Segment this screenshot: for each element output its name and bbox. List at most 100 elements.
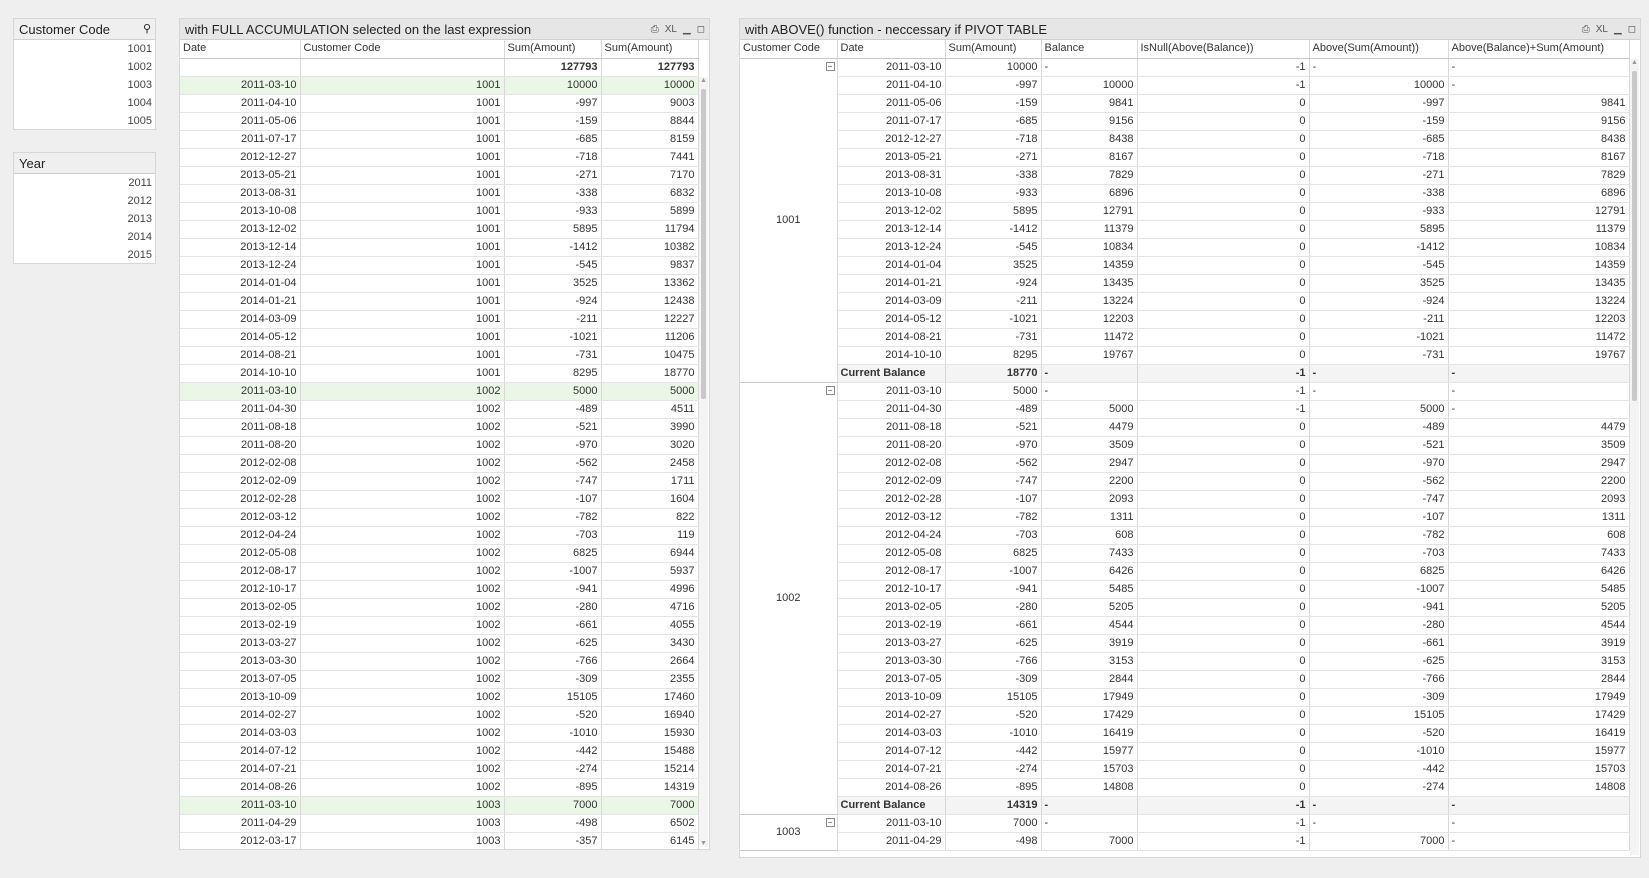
customer-code-item[interactable]: 1001 [14, 40, 155, 58]
left-table-scrollbar[interactable]: ▲ ▼ [699, 77, 708, 847]
customer-code-item[interactable]: 1002 [14, 58, 155, 76]
table-row[interactable]: 2012-03-12 1002 -782 822 [180, 508, 699, 527]
table-row[interactable]: 2014-08-26 -895 14808 0 -274 14808 [740, 778, 1630, 797]
table-row[interactable]: 2012-05-08 1002 6825 6944 [180, 544, 699, 563]
table-row[interactable]: 2011-08-20 -970 3509 0 -521 3509 [740, 436, 1630, 455]
table-row[interactable]: 2012-10-17 1002 -941 4996 [180, 580, 699, 599]
table-row[interactable]: 2011-04-30 -489 5000 -1 5000- [740, 400, 1630, 419]
maximize-icon[interactable]: ◻ [1628, 19, 1636, 39]
above-function-pivot-table[interactable]: with ABOVE() function - neccessary if PI… [739, 18, 1641, 858]
table-row[interactable]: 2013-02-19 1002 -661 4055 [180, 616, 699, 635]
year-item[interactable]: 2011 [14, 174, 155, 192]
year-listbox[interactable]: Year 2011 2012 2013 2014 2015 [13, 152, 156, 264]
table-row[interactable]: 2013-02-05 -280 5205 0 -941 5205 [740, 598, 1630, 617]
year-item[interactable]: 2012 [14, 192, 155, 210]
table-row[interactable]: 2012-02-28 1002 -107 1604 [180, 490, 699, 509]
table-row[interactable]: 2013-02-19 -661 4544 0 -280 4544 [740, 616, 1630, 635]
minimize-icon[interactable]: ▁ [1614, 19, 1622, 39]
column-header[interactable]: Balance [1041, 40, 1138, 59]
scroll-up-icon[interactable]: ▲ [1630, 59, 1639, 66]
table-row[interactable]: 2011-03-10 1002 5000 5000 [180, 382, 699, 401]
table-row[interactable]: 2013-07-05 1002 -309 2355 [180, 670, 699, 689]
column-header[interactable]: IsNull(Above(Balance)) [1137, 40, 1310, 59]
customer-code-caption[interactable]: Customer Code ⚲ [14, 19, 155, 40]
table-row[interactable]: 2014-10-10 8295 19767 0 -731 19767 [740, 346, 1630, 365]
column-header[interactable]: Above(Balance)+Sum(Amount) [1448, 40, 1630, 59]
table-row[interactable]: 2013-05-21 1001 -271 7170 [180, 166, 699, 185]
table-row[interactable]: 2014-07-21 1002 -274 15214 [180, 760, 699, 779]
collapse-icon[interactable]: − [825, 61, 835, 71]
table-row[interactable]: 2014-10-10 1001 8295 18770 [180, 364, 699, 383]
right-table-scrollbar[interactable]: ▲ [1630, 59, 1639, 855]
table-row[interactable]: 2014-01-21 1001 -924 12438 [180, 292, 699, 311]
table-row[interactable]: −1001 2011-03-10 10000- -1- - [740, 58, 1630, 383]
year-caption[interactable]: Year [14, 153, 155, 174]
table-row[interactable]: 2011-03-10 1001 10000 10000 [180, 76, 699, 95]
scroll-thumb[interactable] [701, 89, 706, 399]
table-row[interactable]: 2013-03-27 1002 -625 3430 [180, 634, 699, 653]
table-row[interactable]: 2011-08-18 -521 4479 0 -489 4479 [740, 418, 1630, 437]
table-row[interactable]: 2012-02-09 1002 -747 1711 [180, 472, 699, 491]
table-row[interactable]: 2013-12-24 -545 10834 0 -1412 10834 [740, 238, 1630, 257]
minimize-icon[interactable]: ▁ [683, 19, 691, 39]
table-row[interactable]: 2014-03-03 1002 -1010 15930 [180, 724, 699, 743]
table-row[interactable]: 2014-07-12 1002 -442 15488 [180, 742, 699, 761]
table-row[interactable]: 2012-05-08 6825 7433 0 -703 7433 [740, 544, 1630, 563]
column-header[interactable]: Customer Code [300, 40, 505, 59]
search-icon[interactable]: ⚲ [143, 19, 151, 39]
left-table-caption[interactable]: with FULL ACCUMULATION selected on the l… [180, 19, 709, 40]
table-row[interactable]: 2011-08-18 1002 -521 3990 [180, 418, 699, 437]
full-accumulation-table[interactable]: with FULL ACCUMULATION selected on the l… [179, 18, 710, 850]
table-row[interactable]: 2012-02-08 1002 -562 2458 [180, 454, 699, 473]
table-row[interactable]: −1002 2011-03-10 5000- -1- - [740, 382, 1630, 815]
table-row[interactable]: 2013-07-05 -309 2844 0 -766 2844 [740, 670, 1630, 689]
table-row[interactable]: 2012-02-09 -747 2200 0 -562 2200 [740, 472, 1630, 491]
table-row[interactable]: 2012-08-17 -1007 6426 0 6825 6426 [740, 562, 1630, 581]
table-row[interactable]: 2014-07-12 -442 15977 0 -1010 15977 [740, 742, 1630, 761]
print-icon[interactable]: ⎙ [651, 19, 659, 39]
table-row[interactable]: 2012-04-24 -703 608 0 -782 608 [740, 526, 1630, 545]
scroll-up-icon[interactable]: ▲ [699, 77, 708, 84]
maximize-icon[interactable]: ◻ [697, 19, 705, 39]
table-row[interactable]: 2013-10-09 15105 17949 0 -309 17949 [740, 688, 1630, 707]
table-row[interactable]: 2012-12-27 -718 8438 0 -685 8438 [740, 130, 1630, 149]
table-row[interactable]: 2011-04-10 -997 10000 -1 10000- [740, 76, 1630, 95]
table-row[interactable]: 2011-04-30 1002 -489 4511 [180, 400, 699, 419]
table-row[interactable]: 2012-02-28 -107 2093 0 -747 2093 [740, 490, 1630, 509]
column-header[interactable]: Above(Sum(Amount)) [1309, 40, 1449, 59]
xl-export-icon[interactable]: XL [1596, 19, 1608, 39]
table-row[interactable]: 2013-12-24 1001 -545 9837 [180, 256, 699, 275]
table-row[interactable]: 2013-05-21 -271 8167 0 -718 8167 [740, 148, 1630, 167]
table-row[interactable]: 2011-07-17 1001 -685 8159 [180, 130, 699, 149]
table-row[interactable]: 2014-03-03 -1010 16419 0 -520 16419 [740, 724, 1630, 743]
table-row[interactable]: 2013-02-05 1002 -280 4716 [180, 598, 699, 617]
table-row[interactable]: 2014-07-21 -274 15703 0 -442 15703 [740, 760, 1630, 779]
customer-code-item[interactable]: 1005 [14, 112, 155, 130]
column-header[interactable]: Sum(Amount) [601, 40, 699, 59]
column-header[interactable]: Sum(Amount) [504, 40, 602, 59]
table-row[interactable]: 2014-02-27 -520 17429 0 15105 17429 [740, 706, 1630, 725]
table-row[interactable]: 2013-10-08 1001 -933 5899 [180, 202, 699, 221]
column-header[interactable]: Date [180, 40, 301, 59]
table-row[interactable]: 2013-12-02 5895 12791 0 -933 12791 [740, 202, 1630, 221]
table-row[interactable]: 2012-12-27 1001 -718 7441 [180, 148, 699, 167]
table-row[interactable]: 2013-12-02 1001 5895 11794 [180, 220, 699, 239]
table-row[interactable]: 2012-08-17 1002 -1007 5937 [180, 562, 699, 581]
table-row[interactable]: 2011-05-06 -159 9841 0 -997 9841 [740, 94, 1630, 113]
scroll-down-icon[interactable]: ▼ [699, 840, 708, 847]
collapse-icon[interactable]: − [825, 385, 835, 395]
table-row[interactable]: 2014-08-21 1001 -731 10475 [180, 346, 699, 365]
table-row[interactable]: 2012-03-17 1003 -357 6145 [180, 832, 699, 849]
table-row[interactable]: 2012-02-08 -562 2947 0 -970 2947 [740, 454, 1630, 473]
table-row[interactable]: 2014-08-26 1002 -895 14319 [180, 778, 699, 797]
column-header[interactable]: Customer Code [740, 40, 838, 59]
table-row[interactable]: 2011-04-29 1003 -498 6502 [180, 814, 699, 833]
table-row[interactable]: 2013-03-30 1002 -766 2664 [180, 652, 699, 671]
table-row[interactable]: 2011-05-06 1001 -159 8844 [180, 112, 699, 131]
table-row[interactable]: 2013-10-08 -933 6896 0 -338 6896 [740, 184, 1630, 203]
table-row[interactable]: 2011-04-10 1001 -997 9003 [180, 94, 699, 113]
table-row[interactable]: 2014-05-12 1001 -1021 11206 [180, 328, 699, 347]
right-table-caption[interactable]: with ABOVE() function - neccessary if PI… [740, 19, 1640, 40]
table-row[interactable]: 2012-10-17 -941 5485 0 -1007 5485 [740, 580, 1630, 599]
table-row[interactable]: 2011-04-29 -498 7000 -1 7000- [740, 832, 1630, 851]
